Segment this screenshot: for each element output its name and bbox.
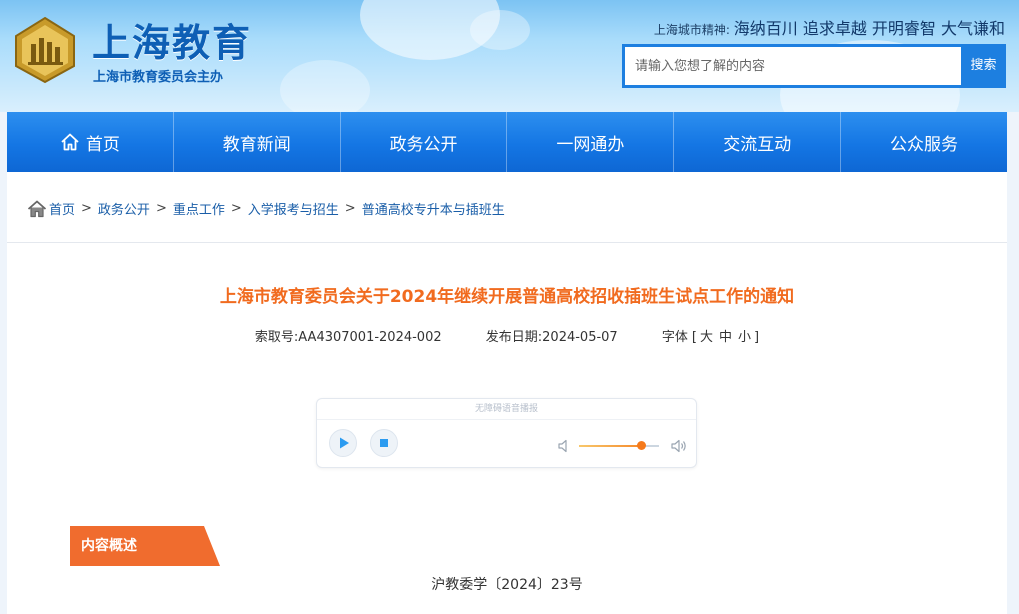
nav-item-one-network[interactable]: 一网通办 bbox=[507, 112, 675, 172]
article-title: 上海市教育委员会关于2024年继续开展普通高校招收插班生试点工作的通知 bbox=[219, 287, 795, 307]
font-bracket-open: [ bbox=[691, 330, 697, 345]
main-nav: 首页 教育新闻 政务公开 一网通办 交流互动 公众服务 bbox=[7, 112, 1007, 172]
breadcrumb-key-work[interactable]: 重点工作 bbox=[173, 199, 225, 218]
font-size-label: 字体 bbox=[661, 330, 688, 345]
font-bracket-close: ] bbox=[754, 330, 760, 345]
search-button[interactable]: 搜索 bbox=[961, 44, 1006, 88]
volume-slider[interactable] bbox=[579, 441, 659, 450]
section-tag-label: 内容概述 bbox=[81, 538, 137, 554]
search-box: 搜索 bbox=[622, 44, 1006, 88]
nav-item-public-service[interactable]: 公众服务 bbox=[841, 112, 1007, 172]
date-label: 发布日期: bbox=[485, 330, 543, 345]
date-value: 2024-05-07 bbox=[542, 330, 618, 345]
breadcrumb-separator: > bbox=[81, 201, 92, 216]
breadcrumb-separator: > bbox=[344, 201, 356, 216]
breadcrumb-government-affairs[interactable]: 政务公开 bbox=[98, 199, 150, 218]
article-meta: 索取号:AA4307001-2024-002 发布日期:2024-05-07 字… bbox=[7, 326, 1007, 345]
font-size-control: 字体[大中小] bbox=[662, 330, 759, 345]
site-subtitle: 上海市教育委员会主办 bbox=[93, 70, 224, 85]
document-number: 沪教委学〔2024〕23号 bbox=[431, 577, 583, 593]
index-label: 索取号: bbox=[254, 330, 299, 345]
breadcrumb-separator: > bbox=[230, 201, 242, 216]
section-tag-summary: 内容概述 bbox=[70, 526, 220, 566]
breadcrumb-current[interactable]: 普通高校专升本与插班生 bbox=[362, 199, 505, 218]
home-icon bbox=[61, 133, 79, 151]
city-spirit-label: 上海城市精神: bbox=[653, 23, 730, 37]
volume-max-icon[interactable] bbox=[670, 438, 688, 454]
play-icon bbox=[340, 437, 349, 449]
site-header: 上海教育 上海市教育委员会主办 上海城市精神: 海纳百川 追求卓越 开明睿智 大… bbox=[0, 0, 1019, 112]
site-title: 上海教育 bbox=[92, 21, 253, 65]
breadcrumb-admissions[interactable]: 入学报考与招生 bbox=[248, 199, 339, 218]
audio-player: 无障碍语音播报 bbox=[316, 398, 697, 468]
shanghai-education-logo[interactable] bbox=[12, 16, 78, 84]
stop-icon bbox=[380, 439, 388, 447]
nav-item-home[interactable]: 首页 bbox=[7, 112, 174, 172]
index-value: AA4307001-2024-002 bbox=[298, 330, 442, 345]
main-content: 首页 > 政务公开 > 重点工作 > 入学报考与招生 > 普通高校专升本与插班生… bbox=[7, 172, 1007, 614]
nav-item-interaction[interactable]: 交流互动 bbox=[674, 112, 842, 172]
stop-button[interactable] bbox=[370, 429, 398, 457]
city-spirit-text: 海纳百川 追求卓越 开明睿智 大气谦和 bbox=[733, 19, 1005, 38]
nav-item-government-affairs[interactable]: 政务公开 bbox=[341, 112, 508, 172]
home-icon bbox=[27, 200, 47, 217]
font-size-large[interactable]: 大 bbox=[700, 330, 713, 345]
play-button[interactable] bbox=[329, 429, 357, 457]
volume-knob[interactable] bbox=[637, 441, 647, 450]
breadcrumb-home[interactable]: 首页 bbox=[49, 199, 75, 218]
font-size-medium[interactable]: 中 bbox=[719, 330, 732, 345]
volume-mute-icon[interactable] bbox=[557, 438, 573, 454]
volume-fill bbox=[579, 445, 642, 447]
nav-item-education-news[interactable]: 教育新闻 bbox=[174, 112, 341, 172]
search-input[interactable] bbox=[625, 47, 961, 85]
breadcrumb: 首页 > 政务公开 > 重点工作 > 入学报考与招生 > 普通高校专升本与插班生 bbox=[27, 199, 505, 218]
divider bbox=[7, 242, 1007, 243]
font-size-small[interactable]: 小 bbox=[738, 330, 751, 345]
nav-label-home: 首页 bbox=[85, 134, 120, 155]
player-title: 无障碍语音播报 bbox=[317, 399, 696, 420]
city-spirit: 上海城市精神: 海纳百川 追求卓越 开明睿智 大气谦和 bbox=[654, 15, 1005, 39]
publish-date: 发布日期:2024-05-07 bbox=[486, 330, 618, 345]
index-number: 索取号:AA4307001-2024-002 bbox=[255, 330, 442, 345]
breadcrumb-separator: > bbox=[155, 201, 167, 216]
